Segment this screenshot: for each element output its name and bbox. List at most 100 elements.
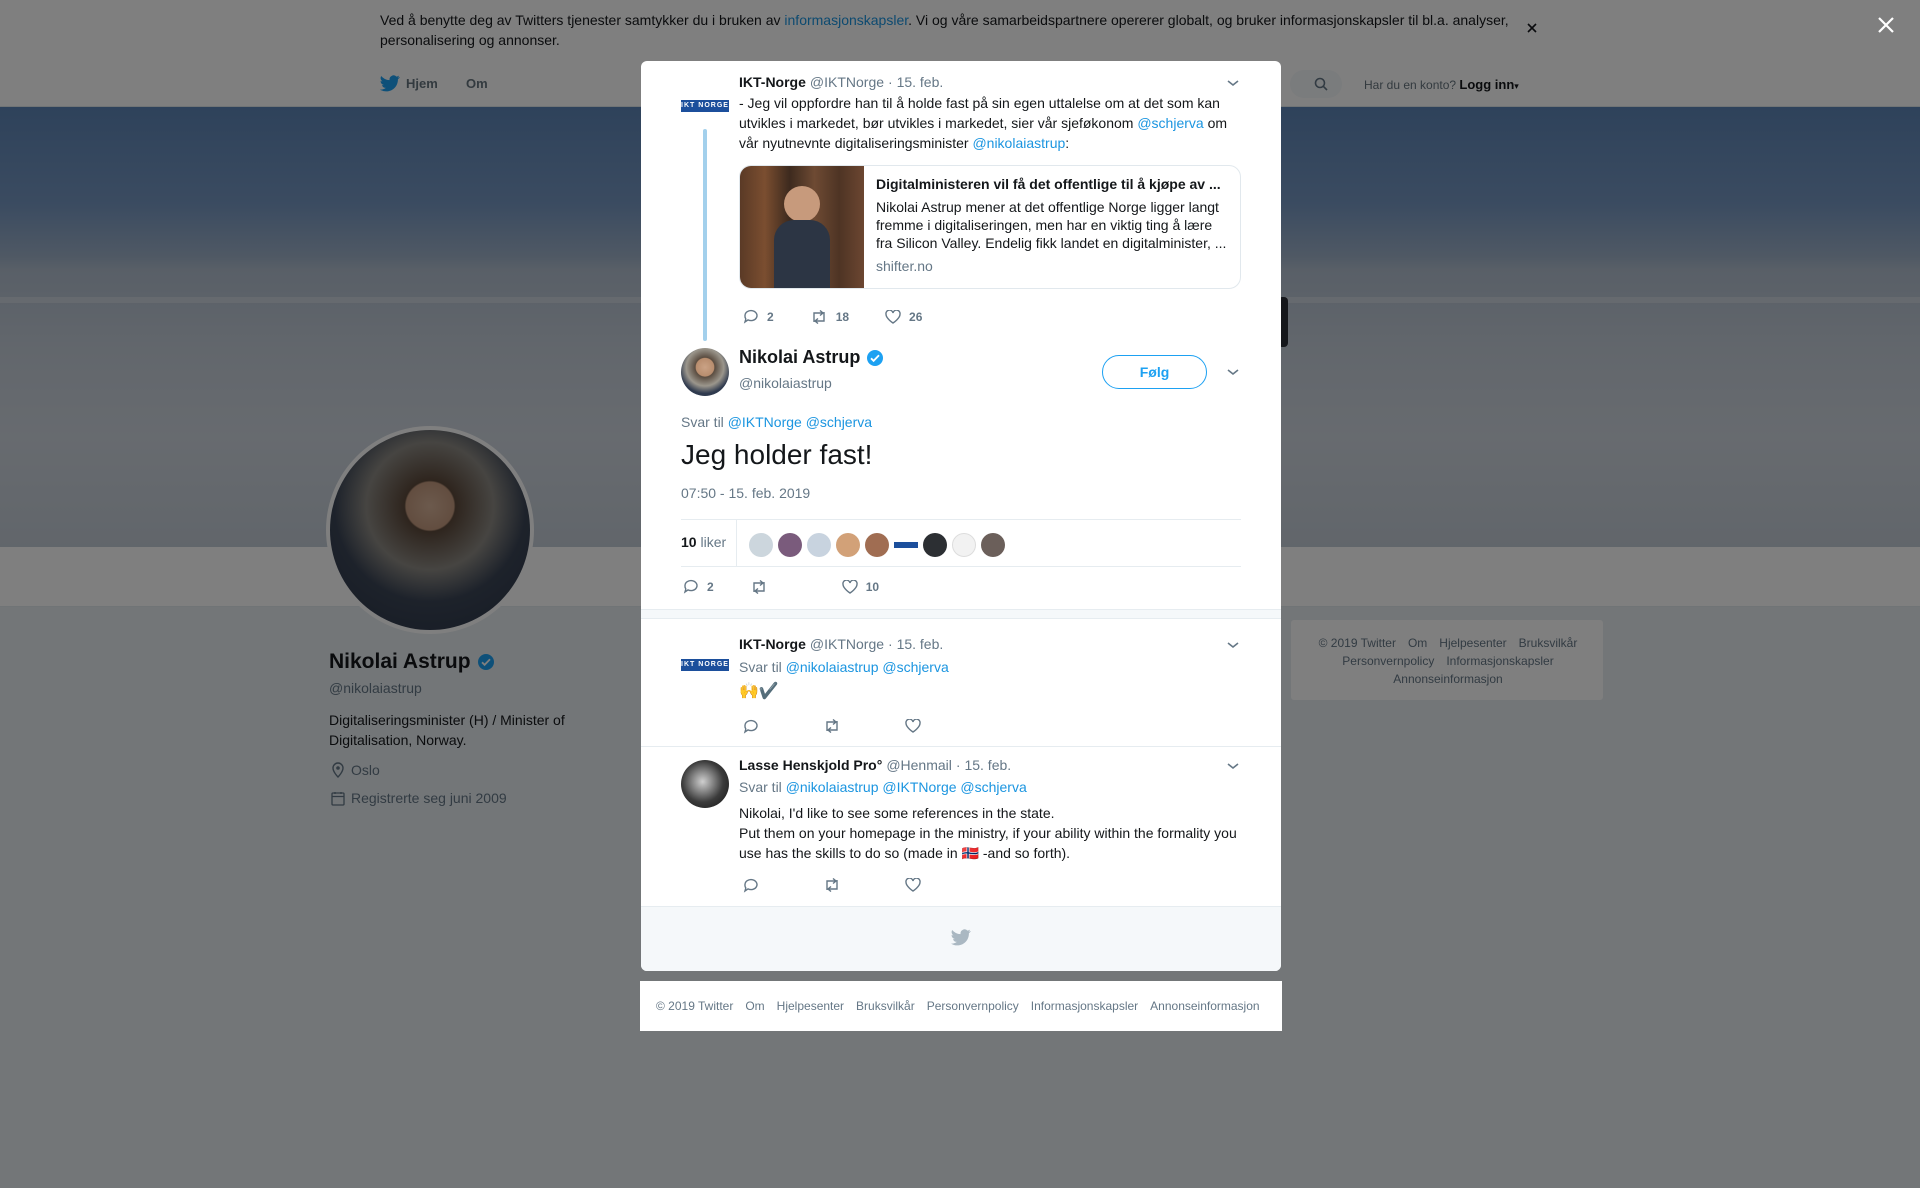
parent-tweet-header: IKT-Norge @IKTNorge · 15. feb.	[739, 74, 943, 90]
reply-to-schjerva[interactable]: @schjerva	[806, 414, 872, 430]
link-card-description: Nikolai Astrup mener at det offentlige N…	[876, 199, 1227, 251]
parent-like-button[interactable]: 26	[885, 309, 922, 324]
heart-icon[interactable]	[905, 719, 921, 734]
liker-avatar[interactable]	[807, 533, 831, 557]
main-retweet-button[interactable]	[750, 579, 806, 594]
likes-summary-count: 10	[681, 534, 697, 550]
footer-copyright: © 2019 Twitter	[656, 999, 734, 1013]
retweet-icon	[810, 309, 828, 324]
reply1-text: 🙌✔️	[739, 683, 779, 700]
reply2-handle[interactable]: @Henmail	[886, 757, 952, 773]
retweet-icon[interactable]	[823, 878, 841, 893]
reply1-handle[interactable]: @IKTNorge	[810, 636, 884, 652]
retweet-icon[interactable]	[823, 719, 841, 734]
link-card[interactable]: Digitalministeren vil få det offentlige …	[739, 165, 1241, 289]
reply2-reply-to: Svar til @nikolaiastrup @IKTNorge @schje…	[739, 779, 1027, 795]
main-tweet-name[interactable]: Nikolai Astrup	[739, 347, 860, 368]
reply1-name[interactable]: IKT-Norge	[739, 636, 806, 652]
iktnorge-logo: IKT NORGE	[681, 100, 729, 112]
reply2-menu-chevron-down-icon[interactable]	[1226, 761, 1240, 771]
main-tweet-name-row: Nikolai Astrup	[739, 347, 884, 368]
reply2-actions	[743, 878, 921, 893]
parent-retweet-count: 18	[835, 309, 850, 324]
main-like-button[interactable]: 10	[841, 579, 879, 594]
footer-cookies[interactable]: Informasjonskapsler	[1031, 999, 1138, 1013]
parent-tweet-name[interactable]: IKT-Norge	[739, 74, 806, 90]
parent-tweet-menu-chevron-down-icon[interactable]	[1226, 78, 1240, 88]
reply1-date[interactable]: · 15. feb.	[888, 636, 943, 652]
reply-to-schjerva[interactable]: @schjerva	[960, 779, 1026, 795]
reply2-avatar[interactable]	[681, 760, 729, 808]
parent-tweet-date[interactable]: · 15. feb.	[888, 74, 943, 90]
liker-avatar[interactable]	[894, 533, 918, 557]
reply2-name[interactable]: Lasse Henskjold Pro°	[739, 757, 882, 773]
footer-terms[interactable]: Bruksvilkår	[856, 999, 915, 1013]
heart-icon	[841, 579, 858, 594]
reply1-menu-chevron-down-icon[interactable]	[1226, 640, 1240, 650]
reply-to-schjerva[interactable]: @schjerva	[882, 659, 948, 675]
reply2-text: Nikolai, I'd like to see some references…	[739, 803, 1243, 863]
parent-tweet-text-3: :	[1065, 135, 1070, 151]
liker-avatar[interactable]	[778, 533, 802, 557]
reply2-header: Lasse Henskjold Pro° @Henmail · 15. feb.	[739, 757, 1011, 773]
footer-privacy[interactable]: Personvernpolicy	[927, 999, 1019, 1013]
reply-to-nikolaiastrup[interactable]: @nikolaiastrup	[786, 659, 879, 675]
liker-avatar[interactable]	[865, 533, 889, 557]
retweet-icon	[750, 579, 768, 594]
reply-icon	[683, 579, 699, 594]
reply1-reply-to: Svar til @nikolaiastrup @schjerva	[739, 659, 949, 675]
link-card-domain: shifter.no	[876, 258, 933, 274]
parent-tweet-handle[interactable]: @IKTNorge	[810, 74, 884, 90]
reply-to-iktnorge[interactable]: @IKTNorge	[882, 779, 956, 795]
reply-icon[interactable]	[743, 719, 759, 734]
main-tweet-reply-to: Svar til @IKTNorge @schjerva	[681, 414, 872, 430]
footer-ads-info[interactable]: Annonseinformasjon	[1150, 999, 1259, 1013]
link-card-title: Digitalministeren vil få det offentlige …	[876, 176, 1221, 192]
heart-icon[interactable]	[905, 878, 921, 893]
likes-summary[interactable]: 10 liker	[681, 534, 726, 550]
page: Ved å benytte deg av Twitters tjenester …	[0, 0, 1920, 1188]
liker-avatar[interactable]	[981, 533, 1005, 557]
mention-nikolaiastrup[interactable]: @nikolaiastrup	[972, 135, 1065, 151]
likes-summary-label: liker	[700, 534, 727, 550]
modal-footer: © 2019 Twitter Om Hjelpesenter Bruksvilk…	[640, 981, 1282, 1031]
parent-reply-button[interactable]: 2	[743, 309, 774, 324]
liker-avatar[interactable]	[952, 533, 976, 557]
mention-schjerva[interactable]: @schjerva	[1137, 115, 1203, 131]
reply2-line-2-end: -and so forth).	[979, 845, 1071, 861]
modal-bottom-bar	[641, 906, 1281, 971]
liker-avatar[interactable]	[836, 533, 860, 557]
close-modal-icon[interactable]	[1876, 15, 1896, 35]
footer-help[interactable]: Hjelpesenter	[777, 999, 844, 1013]
main-tweet-actions: 2 10	[683, 579, 879, 594]
iktnorge-avatar[interactable]: IKT NORGE	[681, 99, 729, 113]
iktnorge-logo: IKT NORGE	[681, 659, 729, 671]
reply2-date[interactable]: · 15. feb.	[956, 757, 1011, 773]
norway-flag-icon: 🇳🇴	[961, 845, 979, 861]
main-tweet-menu-chevron-down-icon[interactable]	[1226, 367, 1240, 377]
parent-tweet-text: - Jeg vil oppfordre han til å holde fast…	[739, 93, 1239, 153]
main-reply-button[interactable]: 2	[683, 579, 714, 594]
likes-strip: 10 liker	[681, 519, 1241, 567]
heart-icon	[885, 309, 901, 324]
main-tweet-avatar[interactable]	[681, 348, 729, 396]
main-tweet-text: Jeg holder fast!	[681, 439, 873, 470]
main-tweet-timestamp[interactable]: 07:50 - 15. feb. 2019	[681, 485, 810, 501]
reply-to-nikolaiastrup[interactable]: @nikolaiastrup	[786, 779, 879, 795]
liker-avatar[interactable]	[749, 533, 773, 557]
liker-avatars	[749, 533, 1005, 557]
footer-about[interactable]: Om	[745, 999, 764, 1013]
parent-reply-count: 2	[767, 309, 774, 324]
main-tweet-handle[interactable]: @nikolaiastrup	[739, 375, 832, 391]
reply-icon[interactable]	[743, 878, 759, 893]
reply1-header: IKT-Norge @IKTNorge · 15. feb.	[739, 636, 943, 652]
reply-to-iktnorge[interactable]: @IKTNorge	[728, 414, 802, 430]
liker-avatar[interactable]	[923, 533, 947, 557]
main-reply-count: 2	[707, 579, 714, 594]
parent-retweet-button[interactable]: 18	[810, 309, 849, 324]
follow-button[interactable]: Følg	[1102, 355, 1207, 389]
reply1-avatar[interactable]: IKT NORGE	[681, 658, 729, 672]
reply-to-label: Svar til	[739, 779, 782, 795]
verified-badge-icon	[866, 349, 884, 367]
reply-to-label: Svar til	[681, 414, 724, 430]
